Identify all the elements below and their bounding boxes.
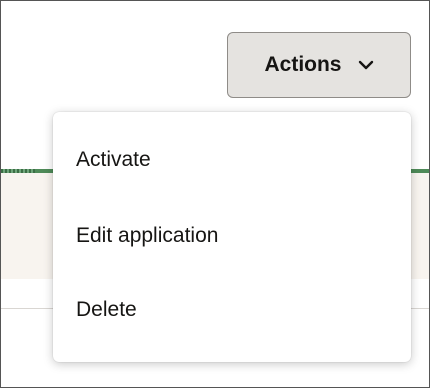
app-frame: Actions Activate Edit application Delete bbox=[0, 0, 430, 388]
actions-menu: Activate Edit application Delete bbox=[53, 112, 411, 362]
actions-button-label: Actions bbox=[264, 53, 342, 76]
menu-item-activate[interactable]: Activate bbox=[76, 146, 151, 174]
chevron-down-icon bbox=[358, 60, 373, 70]
menu-item-edit-application[interactable]: Edit application bbox=[76, 222, 218, 250]
actions-button[interactable]: Actions bbox=[227, 32, 411, 98]
menu-item-delete[interactable]: Delete bbox=[76, 296, 137, 324]
